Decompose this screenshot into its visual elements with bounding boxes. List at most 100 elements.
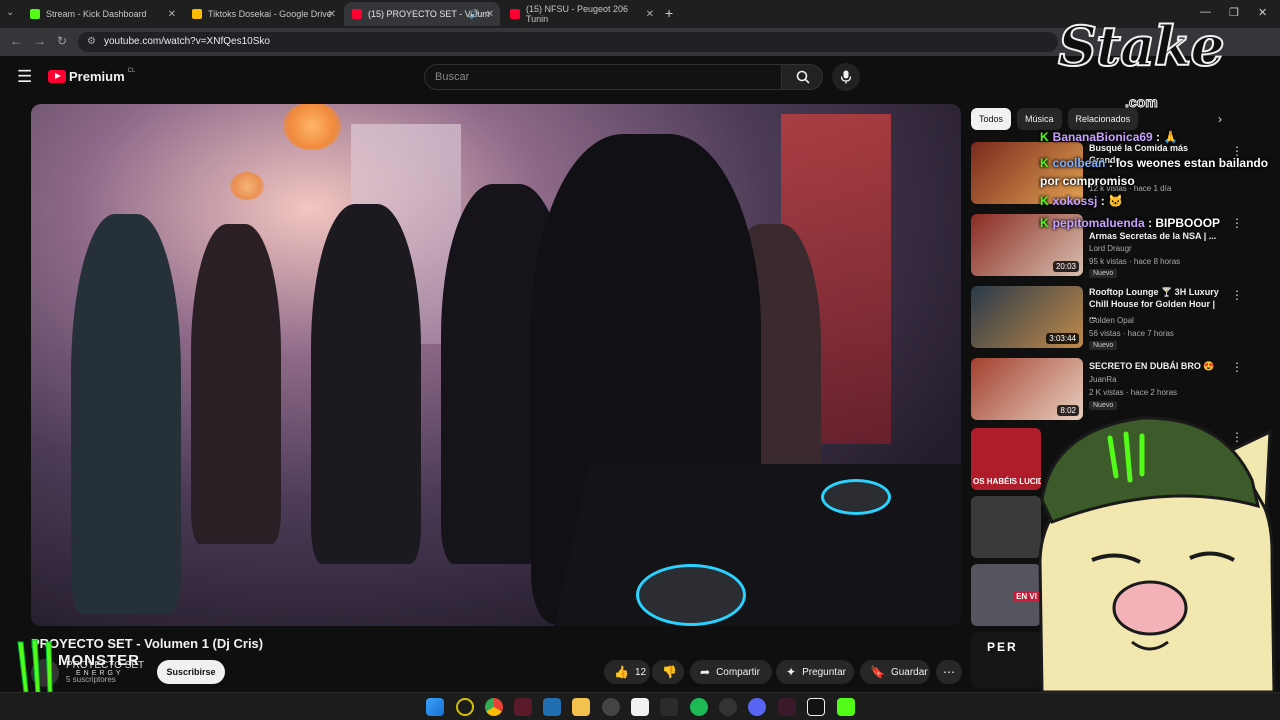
recommendation-channel[interactable]: Golden Opal <box>1089 316 1134 325</box>
chat-message: Kcoolbean : los weones estan bailando po… <box>1040 156 1269 188</box>
kick-badge-icon: K <box>1040 130 1049 144</box>
new-badge: Nuevo <box>1089 401 1118 410</box>
ask-button[interactable]: ✦ Preguntar <box>776 660 854 684</box>
mascot-cat-overlay <box>1038 416 1276 692</box>
like-count: 12 <box>634 666 647 678</box>
kick-badge-icon: K <box>1040 156 1049 170</box>
dj-controller <box>552 464 961 626</box>
more-actions-button[interactable]: ⋯ <box>936 660 962 684</box>
youtube-icon <box>352 9 362 19</box>
kick-badge-icon: K <box>1040 194 1049 208</box>
kick-badge-icon: K <box>1040 216 1049 230</box>
logo-text: Premium <box>69 69 125 84</box>
filter-chips: Todos Música Relacionados <box>971 108 1139 130</box>
video-thumbnail[interactable]: 3:03:44 <box>971 286 1083 348</box>
windows-taskbar <box>0 692 1280 720</box>
forward-icon[interactable]: → <box>34 34 46 48</box>
dislike-button[interactable]: 👎 <box>652 660 684 684</box>
subscribe-button[interactable]: Suscribirse <box>157 660 225 684</box>
search-input[interactable]: Buscar <box>424 64 782 90</box>
video-duration: 3:03:44 <box>1046 333 1079 344</box>
close-icon[interactable]: ✕ <box>168 9 176 20</box>
app-icon[interactable] <box>778 698 796 716</box>
close-icon[interactable]: ✕ <box>328 9 336 20</box>
chat-message: Kxokossj : 🐱 <box>1040 194 1123 208</box>
chip-relacionados[interactable]: Relacionados <box>1067 108 1139 130</box>
app-icon[interactable] <box>631 698 649 716</box>
chat-username: BananaBionica69 <box>1052 130 1153 144</box>
app-icon[interactable] <box>837 698 855 716</box>
app-icon[interactable] <box>456 698 474 716</box>
ask-label: Preguntar <box>802 666 846 678</box>
obs-icon[interactable] <box>602 698 620 716</box>
recommendation-meta: 56 vistas · hace 7 horas <box>1089 329 1174 338</box>
share-button[interactable]: ➦ Compartir <box>690 660 772 684</box>
chip-todos[interactable]: Todos <box>971 108 1012 130</box>
tab-label: (15) NFSU - Peugeot 206 Tunin <box>526 4 629 24</box>
voice-search-button[interactable] <box>832 63 860 91</box>
app-icon[interactable] <box>514 698 532 716</box>
chevron-right-icon[interactable]: › <box>1218 112 1222 126</box>
share-icon: ➦ <box>700 665 711 679</box>
close-icon[interactable]: ✕ <box>646 9 654 20</box>
recommendation-channel[interactable]: Lord Draugr <box>1089 244 1132 253</box>
search-button[interactable] <box>781 64 823 90</box>
close-window-button[interactable]: ✕ <box>1258 6 1267 19</box>
tab-search-icon[interactable]: ⌄ <box>6 7 14 18</box>
menu-icon[interactable]: ☰ <box>17 67 32 87</box>
video-duration: 20:03 <box>1052 261 1079 272</box>
video-player[interactable] <box>31 104 961 626</box>
file-explorer-icon[interactable] <box>572 698 590 716</box>
more-icon: ⋯ <box>943 665 955 679</box>
thumbs-down-icon: 👎 <box>662 665 677 679</box>
spotify-icon[interactable] <box>690 698 708 716</box>
like-button[interactable]: 👍 12 <box>604 660 650 684</box>
app-icon[interactable] <box>719 698 737 716</box>
search-icon <box>796 70 810 84</box>
chip-musica[interactable]: Música <box>1017 108 1062 130</box>
chrome-icon[interactable] <box>485 698 503 716</box>
monster-text: MONSTER <box>58 652 140 669</box>
back-icon[interactable]: ← <box>10 34 22 48</box>
wall-lamp <box>230 172 264 200</box>
tab-kick-dashboard[interactable]: Stream - Kick Dashboard ✕ <box>22 2 182 26</box>
recommendation-title: Armas Secretas de la NSA | ... <box>1089 231 1217 241</box>
reload-icon[interactable]: ↻ <box>57 34 67 48</box>
close-icon[interactable]: ✕ <box>486 9 494 20</box>
more-vert-icon[interactable]: ⋮ <box>1231 360 1243 374</box>
maximize-button[interactable]: ❐ <box>1229 6 1239 19</box>
recommendation-channel[interactable]: JuanRa <box>1089 375 1117 384</box>
site-info-icon[interactable]: ⚙ <box>87 32 96 52</box>
bookmark-icon: 🔖 <box>870 665 885 679</box>
chat-text: 🐱 <box>1108 194 1123 208</box>
thumbnail-text: PER <box>987 640 1018 654</box>
new-badge: Nuevo <box>1089 269 1118 278</box>
youtube-logo[interactable]: Premium CL <box>48 68 135 84</box>
more-vert-icon[interactable]: ⋮ <box>1231 216 1243 230</box>
tab-google-drive[interactable]: Tiktoks Dosekai - Google Drive ✕ <box>184 2 342 26</box>
stake-logo: Stake <box>1057 13 1226 79</box>
tab-youtube-nfsu[interactable]: (15) NFSU - Peugeot 206 Tunin ✕ <box>502 2 660 26</box>
save-button[interactable]: 🔖 Guardar <box>860 660 930 684</box>
youtube-play-icon <box>48 70 66 83</box>
app-icon[interactable] <box>543 698 561 716</box>
sparkle-icon: ✦ <box>786 665 797 679</box>
chat-text: BIPBOOOP <box>1155 216 1221 230</box>
tab-youtube-proyecto-set[interactable]: (15) PROYECTO SET - Volum 🔊 ✕ <box>344 2 500 26</box>
recommendation-meta: 2 K vistas · hace 2 horas <box>1089 388 1178 397</box>
paper-lantern <box>283 104 341 150</box>
app-icon[interactable] <box>807 698 825 716</box>
chat-message: Kpepitomaluenda : BIPBOOOP <box>1040 216 1221 230</box>
windows-start-icon[interactable] <box>426 698 444 716</box>
recommendation-meta: 95 k vistas · hace 8 horas <box>1089 257 1181 266</box>
tab-label: Tiktoks Dosekai - Google Drive <box>208 9 332 19</box>
new-tab-button[interactable]: + <box>665 5 673 21</box>
audio-playing-icon[interactable]: 🔊 <box>469 9 480 20</box>
more-vert-icon[interactable]: ⋮ <box>1231 288 1243 302</box>
recommendation-title: SECRETO EN DUBÁI BRO 😍 <box>1089 361 1215 371</box>
tab-label: Stream - Kick Dashboard <box>46 9 147 19</box>
url-field[interactable]: ⚙ youtube.com/watch?v=XNfQes10Sko <box>78 32 1058 52</box>
discord-icon[interactable] <box>748 698 766 716</box>
recommendation-item[interactable]: 3:03:44 Rooftop Lounge 🍸 3H Luxury Chill… <box>971 286 1261 350</box>
app-icon[interactable] <box>660 698 678 716</box>
